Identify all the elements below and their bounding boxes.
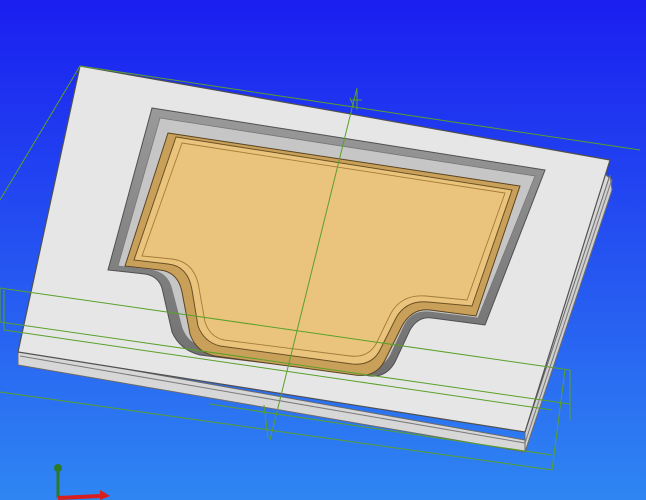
scene[interactable] <box>0 0 646 500</box>
3d-viewport[interactable] <box>0 0 646 500</box>
